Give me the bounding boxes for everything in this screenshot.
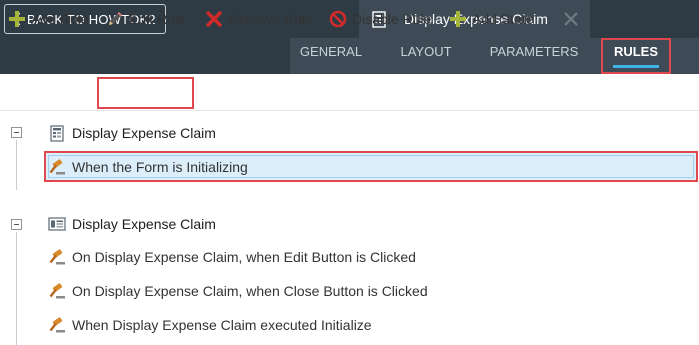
tree-group-header[interactable]: Display Expense Claim xyxy=(48,122,216,144)
remove-rule-label: Remove Rule xyxy=(228,11,313,27)
edit-rule-label: Edit Rule xyxy=(129,11,186,27)
rule-label: On Display Expense Claim, when Close But… xyxy=(72,283,428,299)
rule-item[interactable]: When the Form is Initializing xyxy=(48,156,248,178)
add-state-label: Add State xyxy=(472,11,534,27)
tab-parameters[interactable]: PARAMETERS xyxy=(482,38,586,70)
disable-rule-button[interactable]: Disable Rule xyxy=(329,8,431,30)
rule-label: When the Form is Initializing xyxy=(72,159,248,175)
gavel-icon xyxy=(48,316,66,334)
rule-label: On Display Expense Claim, when Edit Butt… xyxy=(72,249,416,265)
edit-rule-highlight xyxy=(97,77,194,109)
rule-item[interactable]: When Display Expense Claim executed Init… xyxy=(48,314,372,336)
gavel-icon xyxy=(48,248,66,266)
disable-rule-label: Disable Rule xyxy=(352,11,432,27)
gavel-icon xyxy=(48,158,66,176)
form-icon xyxy=(48,124,66,142)
tree-group-title: Display Expense Claim xyxy=(72,216,216,232)
tree-line xyxy=(16,140,17,190)
tab-layout[interactable]: LAYOUT xyxy=(390,38,462,70)
tree-group-header[interactable]: Display Expense Claim xyxy=(48,213,216,235)
plus-icon xyxy=(8,10,26,28)
remove-x-icon xyxy=(205,10,223,28)
plus-icon xyxy=(449,10,467,28)
close-icon[interactable] xyxy=(562,10,580,28)
tree-line xyxy=(16,232,17,345)
rule-item[interactable]: On Display Expense Claim, when Close But… xyxy=(48,280,428,302)
collapse-toggle[interactable] xyxy=(11,219,22,230)
add-rule-label: Add Rule xyxy=(31,11,89,27)
view-icon xyxy=(48,215,66,233)
rule-item[interactable]: On Display Expense Claim, when Edit Butt… xyxy=(48,246,416,268)
disable-icon xyxy=(329,10,347,28)
rules-tab-highlight xyxy=(601,38,671,74)
tab-general[interactable]: GENERAL xyxy=(293,38,369,70)
gavel-icon xyxy=(48,282,66,300)
rule-label: When Display Expense Claim executed Init… xyxy=(72,317,372,333)
pencil-icon xyxy=(106,10,124,28)
add-rule-button[interactable]: Add Rule xyxy=(8,8,89,30)
tree-group-title: Display Expense Claim xyxy=(72,125,216,141)
add-state-button[interactable]: Add State xyxy=(449,8,534,30)
remove-rule-button[interactable]: Remove Rule xyxy=(205,8,313,30)
collapse-toggle[interactable] xyxy=(11,127,22,138)
edit-rule-button[interactable]: Edit Rule xyxy=(106,8,186,30)
